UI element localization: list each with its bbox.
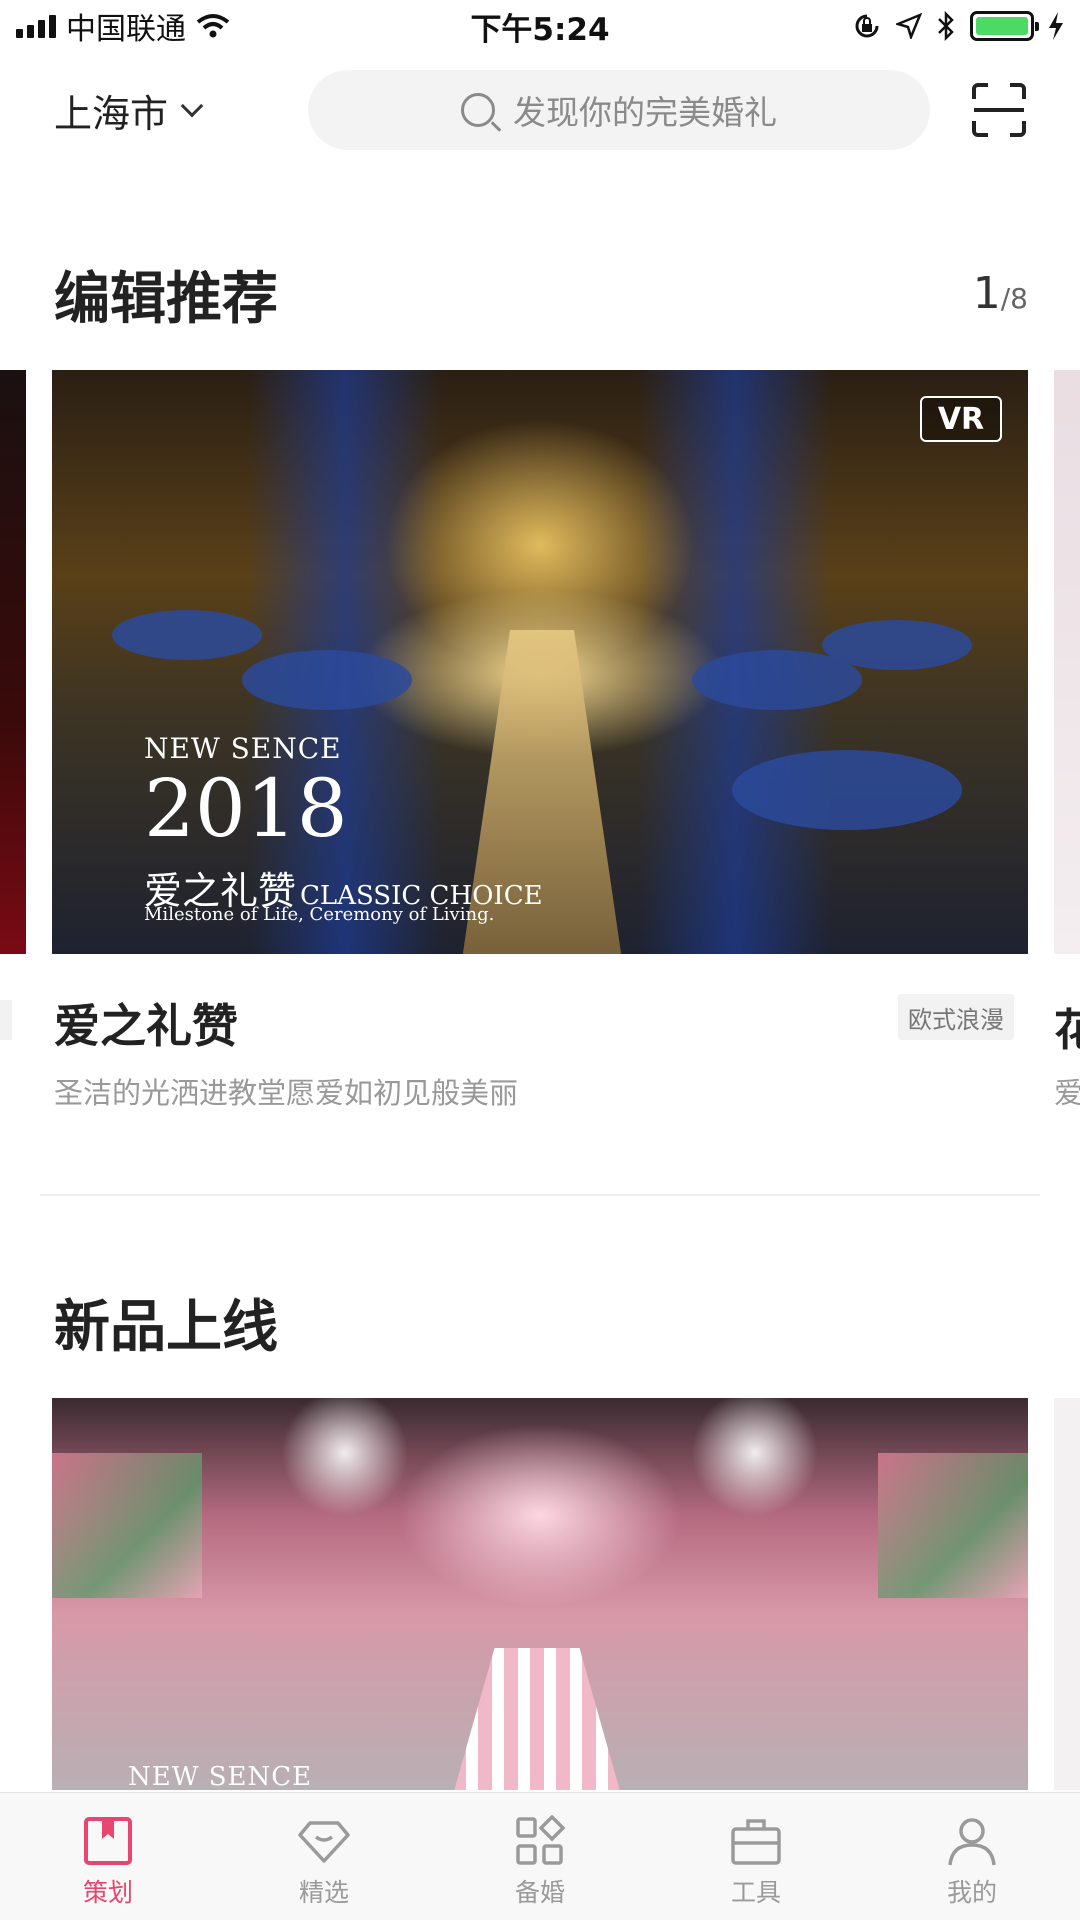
search-icon (461, 93, 495, 127)
grid-icon (516, 1815, 566, 1865)
tab-label: 策划 (82, 1878, 133, 1907)
diamond-icon (298, 1821, 350, 1863)
city-selector[interactable]: 上海市 (54, 83, 254, 138)
carousel-pager: 1/8 (973, 268, 1028, 319)
wifi-icon (196, 14, 230, 38)
tab-label: 工具 (730, 1878, 781, 1907)
decor-table (112, 610, 262, 660)
location-icon (896, 13, 922, 39)
scan-icon[interactable] (970, 81, 1028, 139)
pager-current: 1 (972, 268, 1001, 319)
next-card-description: 爱 (1054, 1076, 1080, 1110)
tab-label: 备婚 (514, 1878, 565, 1907)
section-title-editor-picks: 编辑推荐 (54, 267, 278, 332)
tab-featured[interactable]: 精选 (216, 1793, 432, 1920)
tab-label: 我的 (946, 1878, 997, 1907)
bookmark-icon (84, 1817, 132, 1865)
status-bar: 中国联通 下午5:24 (0, 0, 1080, 52)
status-time: 下午5:24 (470, 11, 610, 48)
vr-badge: VR (920, 396, 1002, 442)
chevron-down-icon (180, 94, 204, 118)
next-card-image[interactable] (1054, 370, 1080, 954)
bottom-tab-bar: 策划 精选 备婚 工具 我的 (0, 1792, 1080, 1920)
tab-tools[interactable]: 工具 (648, 1793, 864, 1920)
overlay-subtitle: Milestone of Life, Ceremony of Living. (144, 904, 495, 925)
carrier-label: 中国联通 (66, 12, 186, 47)
bluetooth-icon (938, 11, 954, 41)
decor-table (732, 750, 962, 830)
charging-icon (1049, 12, 1063, 40)
next-new-arrival-image[interactable] (1054, 1398, 1080, 1790)
decor-table (242, 650, 412, 710)
signal-icon (16, 14, 56, 38)
decor-panel (878, 1453, 1028, 1598)
orientation-lock-icon (855, 14, 879, 38)
decor-runway (452, 1648, 622, 1790)
next-card-title[interactable]: 花 (1054, 994, 1080, 1058)
overlay-caption: NEW SENCE (128, 1762, 313, 1790)
tab-profile[interactable]: 我的 (864, 1793, 1080, 1920)
search-input[interactable]: 发现你的完美婚礼 (308, 70, 930, 150)
decor-table (822, 620, 972, 670)
featured-card-image[interactable]: VR NEW SENCE 2018 爱之礼赞 CLASSIC CHOICE Mil… (52, 370, 1028, 954)
overlay-caption: NEW SENCE (144, 732, 342, 765)
tab-wedding-prep[interactable]: 备婚 (432, 1793, 648, 1920)
briefcase-icon (731, 1819, 781, 1865)
pager-total: /8 (1000, 282, 1028, 315)
decor-panel (52, 1453, 202, 1598)
card-title[interactable]: 爱之礼赞 (54, 990, 238, 1056)
new-arrival-card-image[interactable]: NEW SENCE (52, 1398, 1028, 1790)
style-tag: 欧式浪漫 (898, 994, 1014, 1040)
top-header: 上海市 发现你的完美婚礼 (0, 68, 1080, 152)
card-description: 圣洁的光洒进教堂愿爱如初见般美丽 (54, 1076, 519, 1110)
section-title-new-arrivals: 新品上线 (54, 1295, 278, 1360)
overlay-year: 2018 (144, 762, 348, 855)
tab-planning[interactable]: 策划 (0, 1793, 216, 1920)
city-label: 上海市 (54, 91, 169, 136)
tab-label: 精选 (298, 1878, 349, 1907)
prev-card-image[interactable] (0, 370, 26, 954)
search-placeholder: 发现你的完美婚礼 (513, 93, 777, 132)
person-icon (948, 1818, 996, 1866)
section-divider (40, 1194, 1040, 1196)
battery-level (976, 17, 1028, 35)
prev-card-tag (0, 1000, 12, 1040)
battery-icon (970, 11, 1039, 41)
